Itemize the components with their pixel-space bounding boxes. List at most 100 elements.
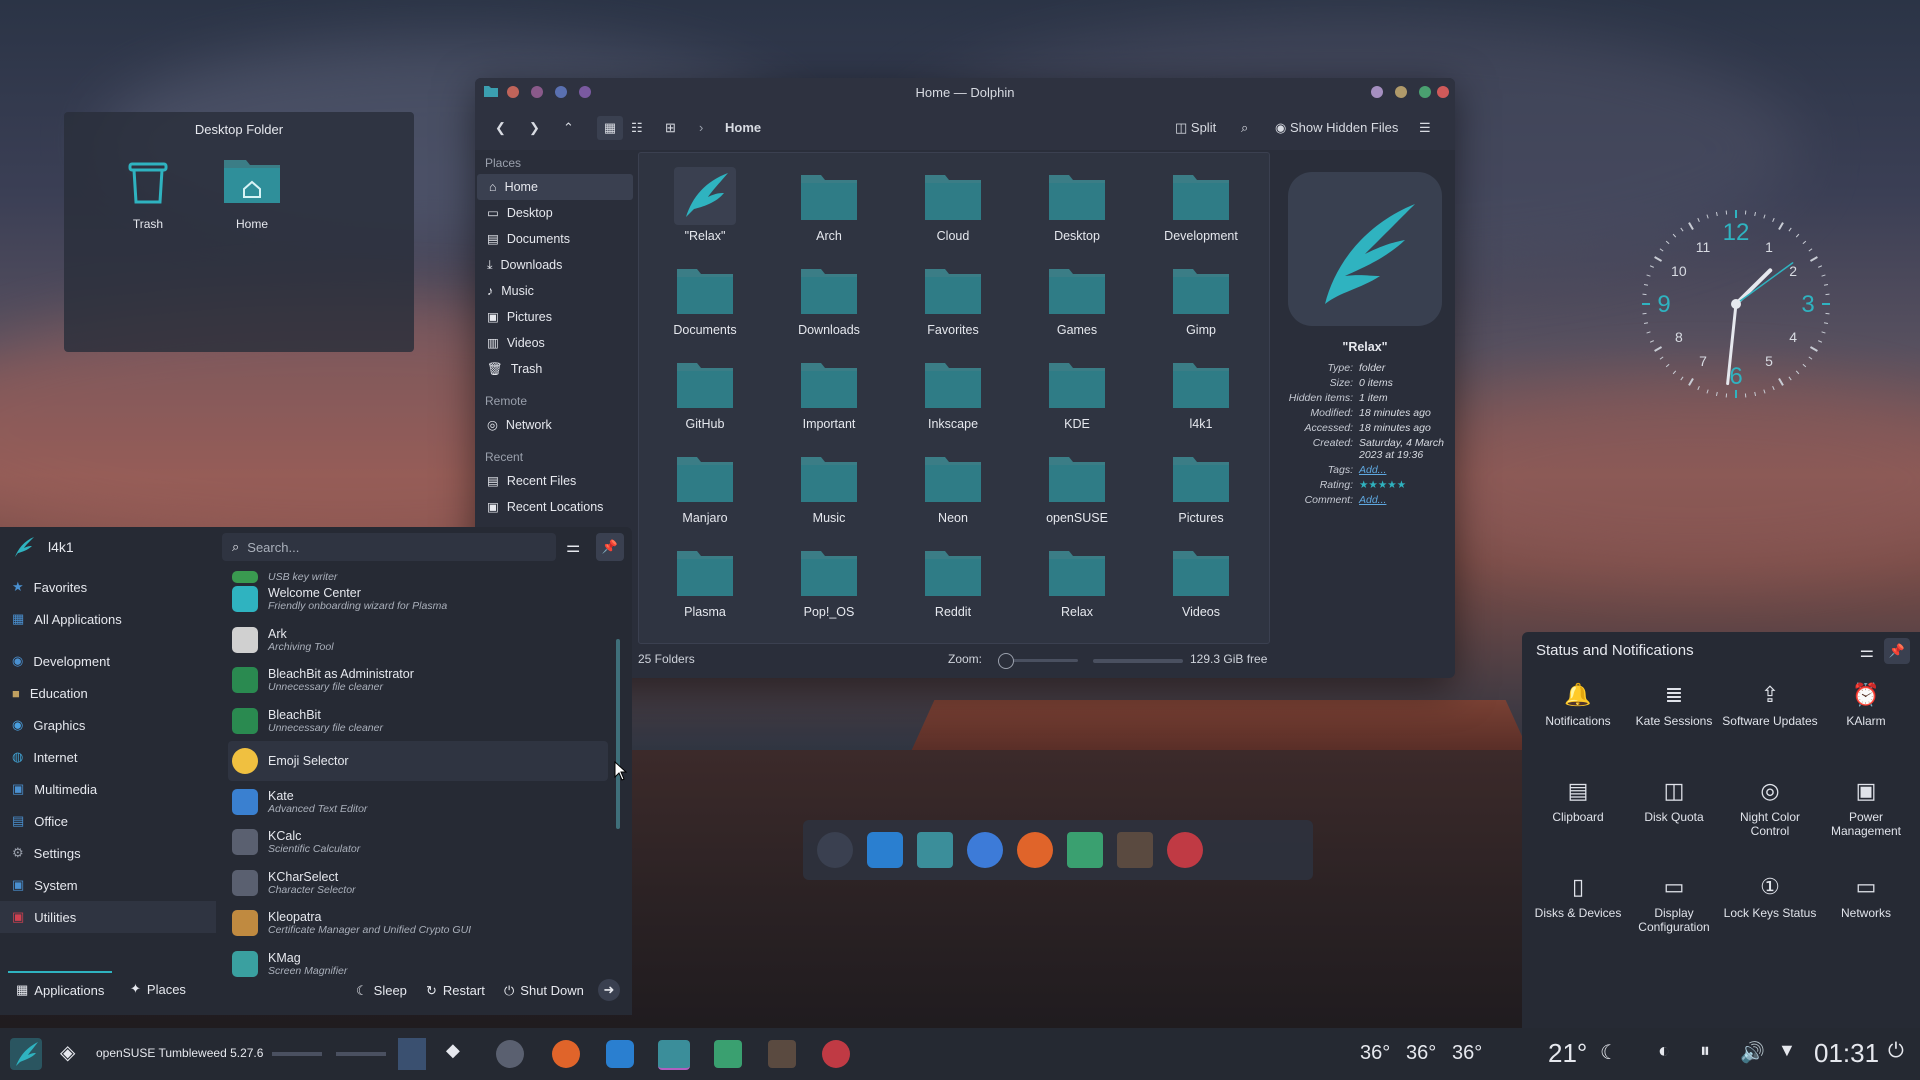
status-item[interactable]: ▭ Display Configuration [1626,874,1722,934]
folder-item[interactable]: Desktop [1017,167,1137,243]
place-recent-files[interactable]: ▤ Recent Files [475,468,635,494]
app-item[interactable]: Ark Archiving Tool [228,620,608,660]
breadcrumb[interactable]: Home [725,116,761,140]
category-utilities[interactable]: ▣ Utilities [0,901,216,933]
folder-item[interactable]: GitHub [645,355,765,431]
icons-view-icon[interactable]: ▦ [597,116,623,140]
star-icon[interactable]: ★ [1387,479,1396,491]
restart-button[interactable]: ↻ Restart [426,983,485,999]
status-item[interactable]: ◫ Disk Quota [1626,778,1722,824]
folder-item[interactable]: Neon [893,449,1013,525]
folder-item[interactable]: Arch [769,167,889,243]
task-firefox-icon[interactable] [552,1040,580,1068]
folder-item[interactable]: Gimp [1141,261,1261,337]
place-trash[interactable]: 🗑 Trash [475,356,635,382]
search-icon[interactable]: ⌕ [1241,116,1248,140]
search-field[interactable]: ⌕ Search... [222,533,556,561]
place-pictures[interactable]: ▣ Pictures [475,304,635,330]
status-item[interactable]: ▯ Disks & Devices [1530,874,1626,920]
category-multimedia[interactable]: ▣ Multimedia [0,773,216,805]
star-icon[interactable]: ★ [1368,479,1377,491]
dock-eye-icon[interactable] [1167,832,1203,868]
folder-item[interactable]: Manjaro [645,449,765,525]
folder-item[interactable]: Cloud [893,167,1013,243]
maximize-button[interactable] [1419,86,1431,98]
status-item[interactable]: ① Lock Keys Status [1722,874,1818,920]
kdeconnect-icon[interactable]: ◆ [446,1040,460,1061]
search-input[interactable]: Search... [247,540,299,555]
folder-item[interactable]: Videos [1141,543,1261,619]
category-development[interactable]: ◉ Development [0,645,216,677]
pin-icon[interactable]: 📌 [596,533,624,561]
dock-info-icon[interactable] [1067,832,1103,868]
star-icon[interactable]: ★ [1359,479,1368,491]
dock-chromium-icon[interactable] [967,832,1003,868]
folder-item[interactable]: Games [1017,261,1137,337]
app-item[interactable]: BleachBit as Administrator Unnecessary fi… [228,660,608,700]
folder-item[interactable]: Music [769,449,889,525]
split-button[interactable]: ◫ Split [1175,116,1216,140]
folder-item[interactable]: openSUSE [1017,449,1137,525]
category-settings[interactable]: ⚙ Settings [0,837,216,869]
folder-item[interactable]: Relax [1017,543,1137,619]
app-item[interactable]: Welcome Center Friendly onboarding wizard… [228,579,608,619]
category-all-applications[interactable]: ▦ All Applications [0,603,216,635]
star-icon[interactable]: ★ [1378,479,1387,491]
app-item[interactable]: KCharSelect Character Selector [228,863,608,903]
launcher-button-icon[interactable] [10,1038,42,1070]
folder-item[interactable]: Favorites [893,261,1013,337]
folder-item[interactable]: "Relax" [645,167,765,243]
tab-places[interactable]: ✦ Places [130,971,186,1007]
status-item[interactable]: ◎ Night Color Control [1722,778,1818,838]
task-eye-icon[interactable] [822,1040,850,1068]
place-home[interactable]: ⌂ Home [477,174,633,200]
configure-icon[interactable]: ⚌ [1860,642,1874,662]
task-dolphin-icon[interactable] [658,1040,690,1070]
close-button[interactable] [1437,86,1449,98]
info-value[interactable]: Add... [1359,494,1455,506]
place-network[interactable]: ◎ Network [475,412,635,438]
pin-icon[interactable]: 📌 [1884,638,1910,664]
up-icon[interactable]: ⌃ [563,116,574,140]
task-store-icon[interactable] [606,1040,634,1068]
dock-settings-icon[interactable] [817,832,853,868]
task-info-icon[interactable] [714,1040,742,1068]
dock-gimp-icon[interactable] [1117,832,1153,868]
weather-moon-icon[interactable]: ☾ [1600,1040,1618,1065]
compact-view-icon[interactable]: ☷ [631,116,643,140]
category-system[interactable]: ▣ System [0,869,216,901]
status-item[interactable]: ≣ Kate Sessions [1626,682,1722,728]
category-office[interactable]: ▤ Office [0,805,216,837]
task-gimp-icon[interactable] [768,1040,796,1068]
folder-item[interactable]: Documents [645,261,765,337]
status-item[interactable]: ▣ Power Management [1818,778,1914,838]
status-item[interactable]: ⇪ Software Updates [1722,682,1818,728]
folder-item[interactable]: Inkscape [893,355,1013,431]
folder-item[interactable]: Pop!_OS [769,543,889,619]
folder-item[interactable]: Reddit [893,543,1013,619]
zoom-slider-handle[interactable] [998,653,1014,669]
dock-store-icon[interactable] [867,832,903,868]
folder-item[interactable]: Pictures [1141,449,1261,525]
desktop-pager[interactable] [398,1038,426,1070]
category-education[interactable]: ■ Education [0,677,216,709]
status-item[interactable]: ▭ Networks [1818,874,1914,920]
shutdown-button[interactable]: ⏻ Shut Down [504,983,584,999]
place-documents[interactable]: ▤ Documents [475,226,635,252]
place-downloads[interactable]: ⤓ Downloads [475,252,635,278]
zoom-slider[interactable] [998,653,1078,669]
forward-icon[interactable]: ❯ [529,116,540,140]
place-music[interactable]: ♪ Music [475,278,635,304]
place-videos[interactable]: ▥ Videos [475,330,635,356]
clock-time[interactable]: 01:31 [1814,1038,1879,1069]
dock-firefox-icon[interactable] [1017,832,1053,868]
tab-applications[interactable]: ▦ Applications [8,971,112,1007]
details-view-icon[interactable]: ⊞ [665,116,676,140]
place-recent-locations[interactable]: ▣ Recent Locations [475,494,635,520]
media-pause-icon[interactable]: ⏸ [1700,1040,1710,1063]
keep-above-button[interactable] [1371,86,1383,98]
category-graphics[interactable]: ◉ Graphics [0,709,216,741]
status-item[interactable]: 🔔 Notifications [1530,682,1626,728]
status-item[interactable]: ⏰ KAlarm [1818,682,1914,728]
scrollbar[interactable] [616,639,620,829]
